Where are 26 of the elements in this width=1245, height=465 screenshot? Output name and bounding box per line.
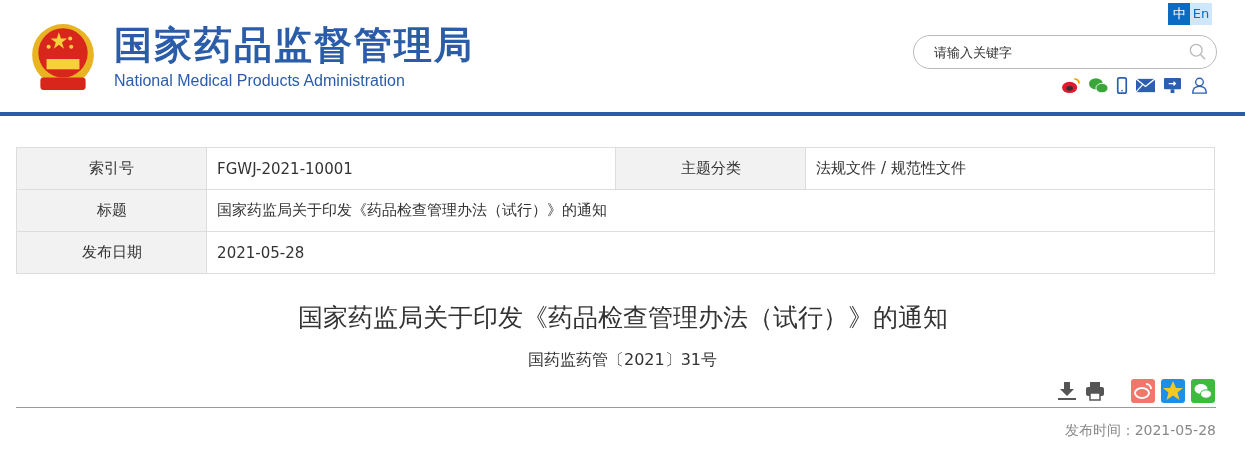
language-tab[interactable]: 中 — [1168, 3, 1190, 25]
weibo-share-icon[interactable] — [1131, 379, 1155, 403]
site-subtitle: National Medical Products Administration — [114, 72, 406, 90]
field-value: 2021-05-28 — [206, 231, 1215, 274]
phone-icon[interactable] — [1116, 77, 1128, 94]
search-field[interactable]: 请输入关键字 — [913, 35, 1217, 69]
star-share-icon[interactable] — [1161, 379, 1185, 403]
field-label: 索引号 — [16, 147, 207, 190]
mail-icon[interactable] — [1136, 77, 1155, 94]
article-title: 国家药监局关于印发《药品检查管理办法（试行）》的通知 — [296, 302, 949, 334]
field-label: 标题 — [16, 189, 207, 232]
field-label: 主题分类 — [615, 147, 806, 190]
field-label: 发布日期 — [16, 231, 207, 274]
language-tab[interactable]: En — [1190, 3, 1212, 25]
field-value: 法规文件 / 规范性文件 — [805, 147, 1215, 190]
download-icon[interactable] — [1057, 381, 1077, 401]
print-icon[interactable] — [1085, 381, 1105, 401]
site-title: 国家药品监督管理局 — [114, 22, 474, 68]
monitor-icon[interactable] — [1163, 77, 1182, 94]
publish-time: 发布时间：2021-05-28 — [1064, 422, 1216, 438]
field-value: FGWJ-2021-10001 — [206, 147, 616, 190]
weibo-icon[interactable] — [1062, 77, 1081, 94]
user-icon[interactable] — [1190, 77, 1209, 94]
field-value: 国家药监局关于印发《药品检查管理办法（试行）》的通知 — [206, 189, 1215, 232]
document-number: 国药监药管〔2021〕31号 — [527, 350, 718, 369]
wechat-icon[interactable] — [1089, 77, 1108, 94]
